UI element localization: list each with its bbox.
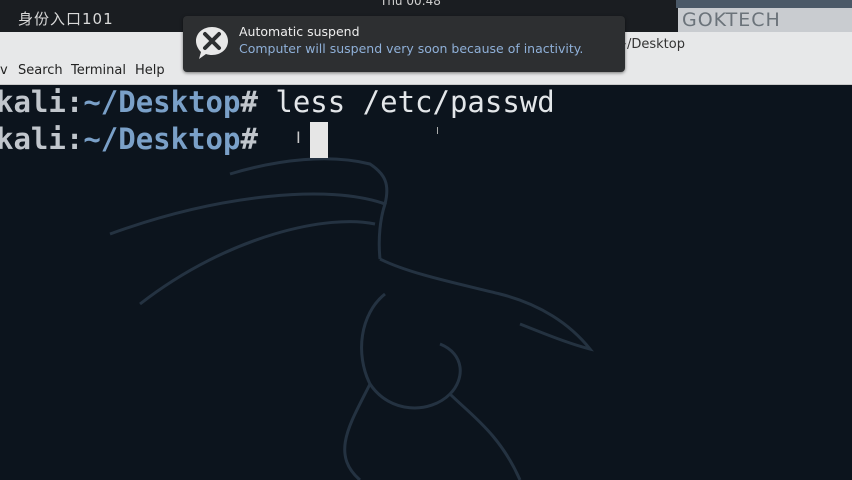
prompt-host: kali bbox=[0, 85, 66, 119]
prompt-path: ~/Desktop bbox=[83, 85, 241, 119]
text-cursor bbox=[310, 122, 328, 158]
ibeam-cursor-icon: I bbox=[296, 128, 301, 147]
suspend-warning-icon bbox=[196, 27, 228, 59]
terminal-line-2: kali:~/Desktop# bbox=[0, 121, 275, 157]
menu-terminal[interactable]: Terminal bbox=[71, 63, 126, 78]
command-text: less /etc/passwd bbox=[257, 85, 555, 119]
command-text bbox=[258, 122, 275, 156]
clock[interactable]: Thu 00:48 bbox=[380, 0, 441, 8]
menu-search[interactable]: Search bbox=[18, 63, 63, 78]
brand-strip bbox=[676, 0, 852, 8]
top-bar-app-label[interactable]: 身份入口101 bbox=[18, 8, 114, 29]
mouse-pointer-icon: I bbox=[436, 126, 439, 137]
notification-body: Computer will suspend very soon because … bbox=[239, 41, 584, 56]
prompt-hash: # bbox=[240, 85, 258, 119]
brand-watermark: GOKTECH bbox=[678, 8, 852, 32]
prompt-host: kali bbox=[0, 122, 66, 156]
suspend-notification[interactable]: Automatic suspend Computer will suspend … bbox=[183, 16, 625, 72]
terminal-line-1: kali:~/Desktop# less /etc/passwd bbox=[0, 84, 555, 120]
prompt-sep: : bbox=[65, 122, 84, 156]
prompt-path: ~/Desktop bbox=[83, 122, 241, 156]
notification-title: Automatic suspend bbox=[239, 24, 360, 39]
menu-view[interactable]: v bbox=[0, 63, 8, 78]
prompt-sep: : bbox=[65, 85, 84, 119]
terminal-area[interactable]: kali:~/Desktop# less /etc/passwd kali:~/… bbox=[0, 84, 852, 480]
menu-help[interactable]: Help bbox=[135, 63, 165, 78]
prompt-hash: # bbox=[240, 122, 258, 156]
